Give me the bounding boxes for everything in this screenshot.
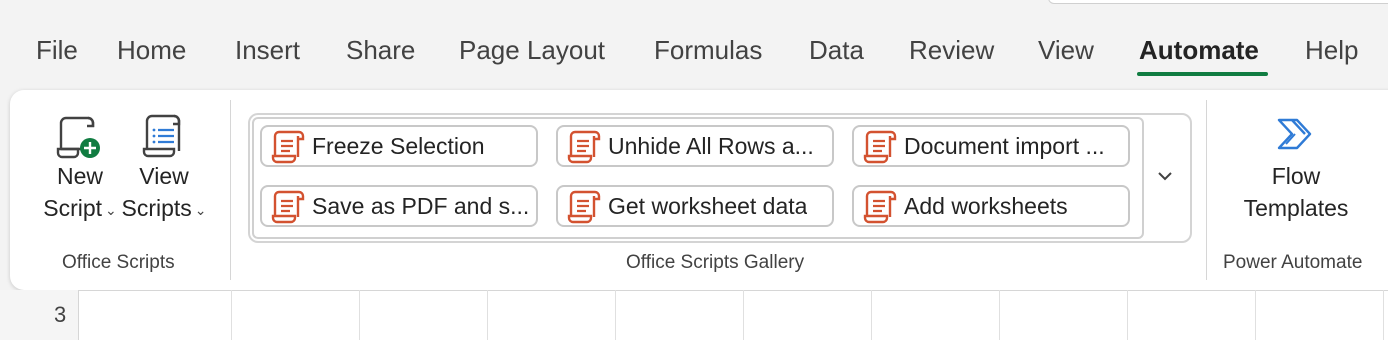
group-label-power-automate: Power Automate	[1223, 252, 1363, 273]
tab-share[interactable]: Share	[346, 30, 415, 74]
script-icon	[863, 130, 897, 164]
gallery-item-label: Add worksheets	[904, 192, 1068, 219]
gallery-item-label: Get worksheet data	[608, 192, 808, 219]
grid-line	[0, 290, 1388, 291]
flow-templates-label-1: Flow	[1271, 163, 1321, 189]
view-scripts-label-1: View	[139, 163, 189, 189]
gallery-item-unhide-all-rows[interactable]: Unhide All Rows a...	[556, 125, 834, 167]
new-script-label-2: Script ⌄	[32, 192, 128, 226]
grid-line	[1255, 290, 1256, 340]
new-script-button[interactable]: New Script ⌄	[32, 110, 128, 226]
new-script-label-1: New	[56, 163, 103, 189]
tab-formulas[interactable]: Formulas	[654, 30, 762, 74]
grid-line	[615, 290, 616, 340]
grid-line	[1127, 290, 1128, 340]
view-scripts-button[interactable]: View Scripts ⌄	[116, 110, 212, 226]
new-script-label-text: Script	[43, 195, 103, 221]
chevron-down-icon: ⌄	[194, 201, 207, 218]
ribbon-panel: New Script ⌄ View Scripts ⌄ Office Scripts	[10, 90, 1388, 290]
new-script-icon	[56, 116, 100, 159]
gallery-expand-button[interactable]	[1142, 115, 1188, 237]
gallery-items-area: Freeze Selection Unhide All Rows a... Do…	[252, 117, 1144, 239]
script-icon	[271, 130, 305, 164]
view-scripts-label-2: Scripts ⌄	[116, 192, 212, 226]
gallery-item-label: Document import ...	[904, 132, 1105, 159]
tab-help[interactable]: Help	[1305, 30, 1358, 74]
tab-page-layout[interactable]: Page Layout	[459, 30, 605, 74]
active-tab-indicator	[1137, 72, 1268, 76]
office-scripts-gallery: Freeze Selection Unhide All Rows a... Do…	[248, 113, 1192, 243]
gallery-item-get-worksheet-data[interactable]: Get worksheet data	[556, 185, 834, 227]
gallery-item-freeze-selection[interactable]: Freeze Selection	[260, 125, 538, 167]
view-scripts-icon	[142, 114, 181, 158]
group-separator	[1206, 100, 1207, 280]
gallery-item-label: Freeze Selection	[312, 132, 485, 159]
tab-file[interactable]: File	[36, 30, 78, 74]
worksheet-grid[interactable]: 3	[0, 290, 1388, 340]
chevron-down-icon	[1158, 172, 1172, 181]
gallery-item-add-worksheets[interactable]: Add worksheets	[852, 185, 1130, 227]
tab-automate[interactable]: Automate	[1139, 30, 1259, 74]
tab-review[interactable]: Review	[909, 30, 994, 74]
row-number: 3	[54, 302, 67, 327]
group-separator	[230, 100, 231, 280]
gallery-item-document-import[interactable]: Document import ...	[852, 125, 1130, 167]
gallery-item-label: Unhide All Rows a...	[608, 132, 814, 159]
grid-line	[487, 290, 488, 340]
view-scripts-label-text: Scripts	[121, 195, 192, 221]
tab-insert[interactable]: Insert	[235, 30, 300, 74]
tab-data[interactable]: Data	[809, 30, 864, 74]
script-icon	[271, 190, 305, 224]
top-bar: File Home Insert Share Page Layout Formu…	[0, 0, 1388, 90]
script-icon	[863, 190, 897, 224]
tab-view[interactable]: View	[1038, 30, 1094, 74]
flow-templates-label-2: Templates	[1243, 195, 1349, 221]
tab-home[interactable]: Home	[117, 30, 186, 74]
script-icon	[567, 190, 601, 224]
gallery-item-save-as-pdf[interactable]: Save as PDF and s...	[260, 185, 538, 227]
row-header[interactable]: 3	[0, 290, 79, 340]
group-label-office-scripts-gallery: Office Scripts Gallery	[626, 252, 805, 273]
grid-line	[359, 290, 360, 340]
grid-line	[1383, 290, 1384, 340]
group-label-office-scripts: Office Scripts	[62, 252, 175, 273]
grid-line	[231, 290, 232, 340]
grid-line	[871, 290, 872, 340]
flow-templates-button[interactable]: Flow Templates	[1236, 110, 1356, 224]
gallery-item-label: Save as PDF and s...	[312, 192, 530, 219]
chevron-down-icon: ⌄	[105, 201, 117, 218]
search-box-edge[interactable]	[1048, 0, 1388, 4]
power-automate-icon	[1277, 118, 1312, 150]
grid-line	[999, 290, 1000, 340]
script-icon	[567, 130, 601, 164]
grid-line	[743, 290, 744, 340]
